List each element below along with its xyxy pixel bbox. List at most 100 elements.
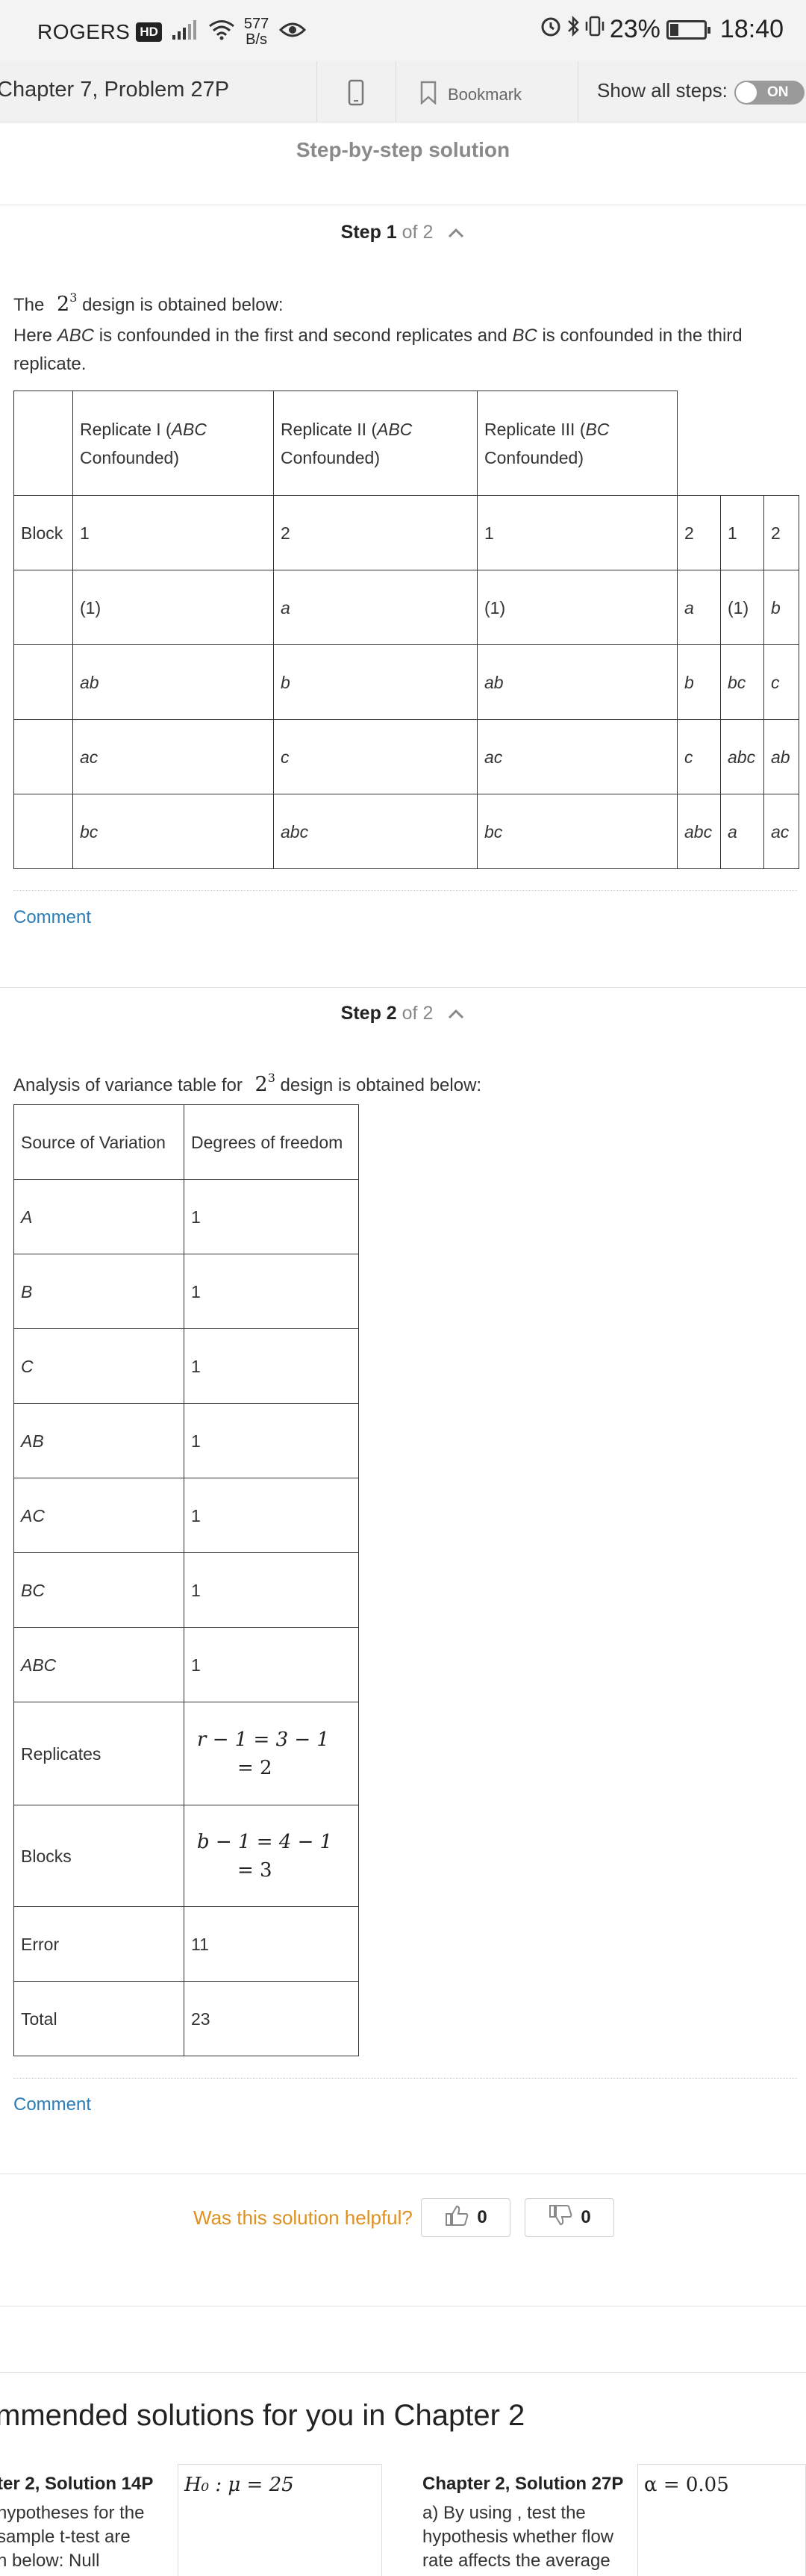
table-cell: C (13, 1328, 184, 1404)
table-cell: abc (677, 794, 721, 869)
table-cell: c (763, 644, 799, 720)
table-cell (13, 570, 73, 645)
clock: 18:40 (719, 15, 784, 43)
replicates-df-cell: r − 1 = 3 − 1 = 2 (184, 1702, 359, 1805)
recommended-card-2-title[interactable]: Chapter 2, Solution 27P (422, 2474, 623, 2495)
phone-view-icon[interactable] (348, 79, 364, 110)
divider (0, 987, 806, 988)
replicate-2-header: Replicate II (ABC Confounded) (273, 391, 478, 496)
table-cell: 1 (477, 495, 678, 570)
table-row: Replicates r − 1 = 3 − 1 = 2 (13, 1702, 359, 1805)
table-cell: 1 (184, 1552, 359, 1628)
recommended-card-2-preview[interactable]: α = 0.05 (637, 2464, 806, 2576)
table-row: AB 1 (13, 1403, 359, 1478)
battery-percent: 23% (609, 15, 660, 43)
step-1-comment-link[interactable]: Comment (13, 907, 91, 928)
table-cell: 1 (184, 1179, 359, 1254)
table-cell: 2 (763, 495, 799, 570)
step-2-comment-link[interactable]: Comment (13, 2094, 91, 2115)
table-cell: Block (13, 495, 73, 570)
table-cell: ABC (13, 1627, 184, 1702)
chevron-up-icon[interactable] (447, 223, 465, 244)
table-header-row: Source of Variation Degrees of freedom (13, 1104, 359, 1180)
table-cell: a (720, 794, 764, 869)
step-2-header[interactable]: Step 2 of 2 (0, 1003, 806, 1025)
toggle-knob (736, 82, 757, 103)
table-cell: Error (13, 1906, 184, 1982)
table-cell: AC (13, 1478, 184, 1553)
step-1-header[interactable]: Step 1 of 2 (0, 222, 806, 244)
table-cell: b (763, 570, 799, 645)
table-cell: 1 (720, 495, 764, 570)
table-cell: a (677, 570, 721, 645)
solution-title: Step-by-step solution (296, 138, 510, 161)
table-cell: c (677, 719, 721, 794)
step-1-note-cont: replicate. (13, 354, 87, 374)
bookmark-button[interactable]: Bookmark (419, 81, 522, 109)
recommended-card-1-preview[interactable]: H₀ : μ = 25 (178, 2464, 382, 2576)
table-row: ac c ac c abc ab (13, 719, 799, 794)
table-cell: a (273, 570, 478, 645)
table-row: Total 23 (13, 1981, 359, 2056)
table-row: Error 11 (13, 1906, 359, 1982)
table-cell: AB (13, 1403, 184, 1478)
table-cell: (1) (72, 570, 274, 645)
table-cell: b (273, 644, 478, 720)
bookmark-icon (419, 81, 437, 109)
table-cell: b (677, 644, 721, 720)
table-cell: ac (477, 719, 678, 794)
chevron-up-icon[interactable] (447, 1004, 465, 1025)
table-row: Block 1 2 1 2 1 2 (13, 495, 799, 570)
chapter-title: Chapter 7, Problem 27P (0, 78, 230, 102)
table-cell: ab (72, 644, 274, 720)
toggle-label: ON (767, 84, 789, 100)
table-cell: Replicates (13, 1702, 184, 1805)
table-cell: bc (720, 644, 764, 720)
table-row: A 1 (13, 1179, 359, 1254)
table-cell: 23 (184, 1981, 359, 2056)
recommended-card-1-title[interactable]: ter 2, Solution 14P (0, 2474, 153, 2495)
step-1-label: Step 1 (340, 222, 397, 243)
table-cell: Total (13, 1981, 184, 2056)
bookmark-label: Bookmark (448, 85, 522, 104)
step-2-label: Step 2 (340, 1003, 397, 1024)
table-cell: ab (763, 719, 799, 794)
table-cell: (1) (720, 570, 764, 645)
recommended-card-1-text: hypotheses for the sample t-test are n b… (0, 2503, 145, 2571)
thumbs-down-button[interactable]: 0 (525, 2198, 614, 2237)
table-cell: 1 (72, 495, 274, 570)
table-row: Blocks b − 1 = 4 − 1 = 3 (13, 1805, 359, 1907)
table-cell (13, 391, 73, 496)
show-steps-label: Show all steps: (597, 79, 728, 102)
anova-table: Source of Variation Degrees of freedom A… (13, 1104, 359, 2056)
table-cell: 1 (184, 1627, 359, 1702)
table-cell: 1 (184, 1478, 359, 1553)
table-row: BC 1 (13, 1552, 359, 1628)
thumbs-down-count: 0 (581, 2207, 591, 2227)
step-1-of: of 2 (402, 222, 434, 243)
alarm-icon (540, 15, 562, 44)
empty-cell (678, 391, 799, 496)
status-bar: ROGERS HD 577 B/s 23% 18:40 (0, 0, 806, 61)
blocks-df-cell: b − 1 = 4 − 1 = 3 (184, 1805, 359, 1907)
wifi-icon (208, 19, 235, 46)
thumbs-down-icon (548, 2204, 573, 2232)
table-cell (13, 644, 73, 720)
network-speed: 577 B/s (244, 16, 269, 48)
step-2-of: of 2 (402, 1003, 434, 1024)
table-cell: abc (273, 794, 478, 869)
table-cell: bc (477, 794, 678, 869)
table-cell: ac (72, 719, 274, 794)
table-cell: 1 (184, 1254, 359, 1329)
table-cell: ac (763, 794, 799, 869)
show-steps-toggle[interactable]: ON (734, 81, 805, 105)
table-row: B 1 (13, 1254, 359, 1329)
table-row: (1) a (1) a (1) b (13, 570, 799, 645)
vibrate-icon (584, 15, 605, 44)
thumbs-up-button[interactable]: 0 (421, 2198, 510, 2237)
table-cell: ab (477, 644, 678, 720)
table-cell: bc (72, 794, 274, 869)
replicate-3-header: Replicate III (BC Confounded) (477, 391, 678, 496)
design-math: 23 (254, 1071, 275, 1096)
table-cell: 2 (677, 495, 721, 570)
